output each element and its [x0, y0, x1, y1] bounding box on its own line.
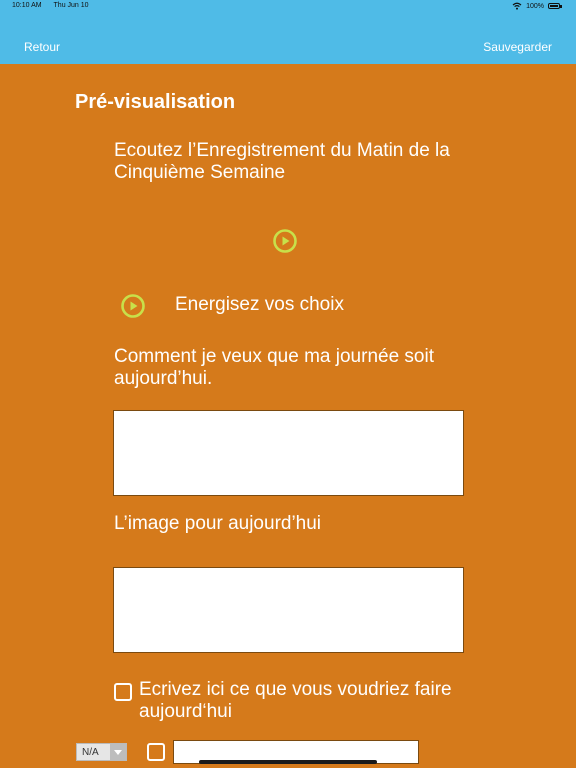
image-input[interactable]	[113, 567, 464, 653]
audio-label: Energisez vos choix	[175, 294, 344, 315]
chevron-down-icon	[110, 744, 126, 760]
battery-percent: 100%	[526, 2, 544, 10]
status-time: 10:10 AM	[12, 2, 42, 9]
play-choices-icon[interactable]	[120, 293, 146, 319]
question-image-label: L’image pour aujourd’hui	[114, 513, 322, 534]
page-title: Pré-visualisation	[75, 91, 236, 113]
todo-checkbox[interactable]	[114, 683, 132, 701]
back-button[interactable]: Retour	[24, 40, 60, 54]
home-indicator	[199, 760, 377, 764]
wifi-icon	[512, 2, 522, 10]
recording-heading: Ecoutez l’Enregistrement du Matin de la …	[114, 140, 450, 183]
status-bar: 10:10 AM Thu Jun 10 100%	[0, 0, 576, 12]
item-checkbox[interactable]	[147, 743, 165, 761]
status-select-value: N/A	[82, 747, 99, 758]
nav-bar: Retour Sauvegarder	[0, 12, 576, 64]
todo-label: Ecrivez ici ce que vous voudriez faire a…	[139, 679, 452, 722]
play-recording-icon[interactable]	[272, 228, 298, 254]
question-day-label: Comment je veux que ma journée soit aujo…	[114, 346, 434, 389]
day-intention-input[interactable]	[113, 410, 464, 496]
battery-icon	[548, 3, 562, 9]
status-date: Thu Jun 10	[53, 2, 89, 9]
status-select[interactable]: N/A	[76, 743, 127, 761]
save-button[interactable]: Sauvegarder	[483, 40, 552, 54]
